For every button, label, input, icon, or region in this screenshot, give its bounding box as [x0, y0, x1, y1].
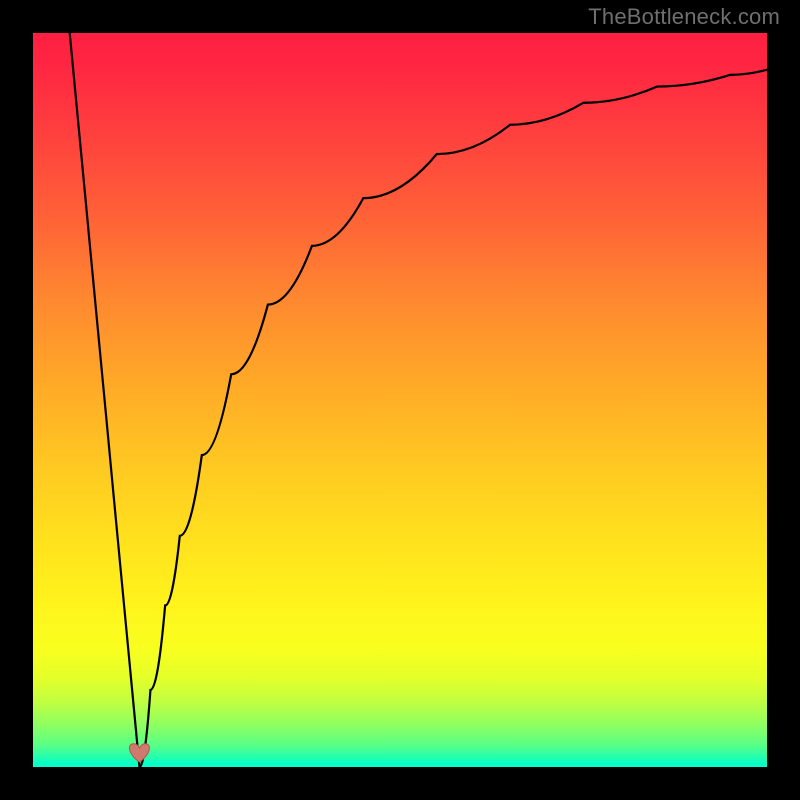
curve-layer: [33, 33, 767, 767]
plot-area: [33, 33, 767, 767]
curve-left-branch: [70, 33, 140, 767]
optimum-marker: [129, 744, 149, 762]
watermark-text: TheBottleneck.com: [588, 4, 780, 30]
heart-icon: [129, 744, 149, 762]
curve-right-branch: [139, 70, 767, 767]
bottleneck-curve: [70, 33, 767, 767]
chart-frame: TheBottleneck.com: [0, 0, 800, 800]
